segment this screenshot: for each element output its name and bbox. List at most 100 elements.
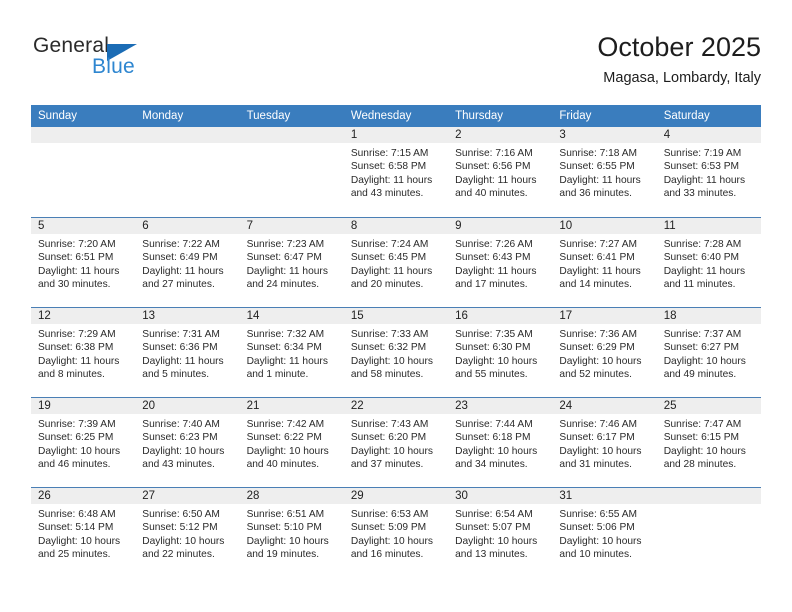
daylight-text: Daylight: 10 hours (663, 445, 746, 457)
calendar-day-cell[interactable]: 27 Sunrise: 6:50 AM Sunset: 5:12 PM Dayligh… (135, 488, 240, 577)
calendar-week-row: 5 Sunrise: 7:20 AM Sunset: 6:51 PM Daylight… (31, 217, 761, 307)
sunset-text: Sunset: 6:34 PM (246, 342, 322, 354)
day-number: 9 (455, 220, 462, 232)
weekday-header-sunday: Sunday (38, 110, 78, 122)
day-number: 16 (455, 310, 468, 322)
calendar-day-cell[interactable]: 14 Sunrise: 7:32 AM Sunset: 6:34 PM Dayligh… (239, 308, 344, 397)
calendar-day-cell[interactable]: 10 Sunrise: 7:27 AM Sunset: 6:41 PM Dayligh… (552, 218, 657, 307)
sunset-text: Sunset: 6:17 PM (559, 432, 635, 444)
calendar-day-cell[interactable]: 30 Sunrise: 6:54 AM Sunset: 5:07 PM Dayligh… (448, 488, 553, 577)
day-number: 2 (455, 129, 462, 141)
calendar-day-cell[interactable]: 31 Sunrise: 6:55 AM Sunset: 5:06 PM Dayligh… (552, 488, 657, 577)
daylight-text-cont: and 31 minutes. (559, 459, 632, 471)
daylight-text-cont: and 8 minutes. (38, 369, 105, 381)
sunrise-text: Sunrise: 7:43 AM (350, 419, 429, 430)
calendar-day-cell[interactable]: 23 Sunrise: 7:44 AM Sunset: 6:18 PM Dayligh… (448, 398, 553, 487)
day-number: 29 (350, 490, 364, 502)
day-number: 19 (38, 400, 51, 412)
daylight-text: Daylight: 11 hours (663, 174, 746, 186)
daylight-text: Daylight: 11 hours (350, 265, 433, 277)
calendar-day-cell[interactable]: 19 Sunrise: 7:39 AM Sunset: 6:25 PM Dayligh… (31, 398, 136, 487)
daylight-text-cont: and 52 minutes. (559, 369, 632, 381)
calendar-day-cell[interactable]: 13 Sunrise: 7:31 AM Sunset: 6:36 PM Dayligh… (135, 308, 240, 397)
day-number-band: 7 (239, 218, 344, 234)
sunset-text: Sunset: 6:41 PM (559, 252, 635, 264)
day-number: 4 (663, 129, 671, 141)
daylight-text: Daylight: 10 hours (455, 535, 538, 547)
calendar-day-cell[interactable]: 3 Sunrise: 7:18 AM Sunset: 6:55 PM Daylight… (552, 127, 657, 217)
day-number-band: 4 (656, 127, 761, 143)
calendar-week-row: 26 Sunrise: 6:48 AM Sunset: 5:14 PM Dayligh… (31, 487, 761, 577)
day-number-band: 1 (343, 127, 449, 143)
daylight-text: Daylight: 10 hours (38, 535, 121, 547)
calendar-day-cell[interactable]: 1 Sunrise: 7:15 AM Sunset: 6:58 PM Daylight… (343, 127, 449, 217)
logo-text-blue: Blue (92, 55, 135, 78)
daylight-text-cont: and 19 minutes. (246, 549, 320, 561)
calendar-day-cell[interactable]: 11 Sunrise: 7:28 AM Sunset: 6:40 PM Dayligh… (656, 218, 761, 307)
day-number-band (656, 488, 761, 504)
calendar-day-cell[interactable]: 12 Sunrise: 7:29 AM Sunset: 6:38 PM Dayligh… (31, 308, 136, 397)
sunrise-text: Sunrise: 7:44 AM (455, 419, 533, 430)
sunrise-text: Sunrise: 6:48 AM (38, 509, 116, 520)
day-number: 14 (246, 310, 260, 322)
weekday-header-monday: Monday (142, 110, 184, 122)
sunset-text: Sunset: 6:23 PM (142, 432, 218, 444)
calendar-day-cell[interactable]: 21 Sunrise: 7:42 AM Sunset: 6:22 PM Dayligh… (239, 398, 344, 487)
day-detail-lines: Sunrise: 7:37 AM Sunset: 6:27 PM Daylight:… (657, 324, 761, 382)
sunrise-text: Sunrise: 7:15 AM (350, 148, 429, 159)
daylight-text: Daylight: 11 hours (246, 265, 328, 277)
sunrise-text: Sunrise: 7:18 AM (559, 148, 637, 159)
calendar-day-cell[interactable]: 15 Sunrise: 7:33 AM Sunset: 6:32 PM Dayligh… (343, 308, 449, 397)
generalblue-logo[interactable]: General Blue (31, 34, 271, 90)
calendar-day-cell[interactable]: 9 Sunrise: 7:26 AM Sunset: 6:43 PM Daylight… (448, 218, 553, 307)
calendar-day-cell-empty[interactable] (31, 127, 136, 217)
day-number: 30 (455, 490, 468, 502)
day-number: 1 (350, 129, 358, 141)
calendar-day-cell[interactable]: 17 Sunrise: 7:36 AM Sunset: 6:29 PM Dayligh… (552, 308, 657, 397)
calendar-weeks: 1 Sunrise: 7:15 AM Sunset: 6:58 PM Daylight… (31, 127, 761, 577)
sunset-text: Sunset: 6:40 PM (663, 252, 740, 264)
daylight-text-cont: and 40 minutes. (246, 459, 320, 471)
weekday-header-wednesday: Wednesday (350, 110, 412, 122)
calendar-day-cell[interactable]: 26 Sunrise: 6:48 AM Sunset: 5:14 PM Dayligh… (31, 488, 136, 577)
calendar-day-cell[interactable]: 24 Sunrise: 7:46 AM Sunset: 6:17 PM Dayligh… (552, 398, 657, 487)
sunset-text: Sunset: 5:06 PM (559, 522, 635, 534)
calendar-day-cell[interactable]: 2 Sunrise: 7:16 AM Sunset: 6:56 PM Daylight… (448, 127, 553, 217)
sunset-text: Sunset: 6:53 PM (663, 161, 740, 173)
calendar-day-cell[interactable]: 25 Sunrise: 7:47 AM Sunset: 6:15 PM Dayligh… (656, 398, 761, 487)
sunrise-text: Sunrise: 7:35 AM (455, 329, 533, 340)
calendar-day-cell[interactable]: 5 Sunrise: 7:20 AM Sunset: 6:51 PM Daylight… (31, 218, 136, 307)
sunset-text: Sunset: 6:56 PM (455, 161, 531, 173)
calendar-day-cell[interactable]: 29 Sunrise: 6:53 AM Sunset: 5:09 PM Dayligh… (343, 488, 449, 577)
daylight-text: Daylight: 10 hours (559, 535, 642, 547)
day-number: 24 (559, 400, 573, 412)
day-detail-lines: Sunrise: 7:28 AM Sunset: 6:40 PM Daylight:… (657, 234, 761, 292)
sunrise-text: Sunrise: 6:55 AM (559, 509, 637, 520)
calendar-day-cell[interactable]: 7 Sunrise: 7:23 AM Sunset: 6:47 PM Daylight… (239, 218, 344, 307)
calendar-day-cell-empty[interactable] (656, 488, 761, 577)
calendar-day-cell-empty[interactable] (135, 127, 240, 217)
calendar-day-cell-empty[interactable] (239, 127, 344, 217)
weekday-header-row: Sunday Monday Tuesday Wednesday Thursday Frid… (31, 105, 761, 127)
calendar-day-cell[interactable]: 16 Sunrise: 7:35 AM Sunset: 6:30 PM Dayligh… (448, 308, 553, 397)
day-number-band: 11 (656, 218, 761, 234)
day-detail-lines: Sunrise: 7:36 AM Sunset: 6:29 PM Daylight:… (552, 324, 656, 382)
calendar-day-cell[interactable]: 28 Sunrise: 6:51 AM Sunset: 5:10 PM Dayligh… (239, 488, 344, 577)
calendar-day-cell[interactable]: 22 Sunrise: 7:43 AM Sunset: 6:20 PM Dayligh… (343, 398, 449, 487)
day-detail-lines: Sunrise: 7:40 AM Sunset: 6:23 PM Daylight:… (135, 414, 239, 472)
calendar-day-cell[interactable]: 8 Sunrise: 7:24 AM Sunset: 6:45 PM Daylight… (343, 218, 449, 307)
calendar-day-cell[interactable]: 18 Sunrise: 7:37 AM Sunset: 6:27 PM Dayligh… (656, 308, 761, 397)
day-detail-lines: Sunrise: 7:16 AM Sunset: 6:56 PM Daylight:… (448, 143, 552, 201)
daylight-text-cont: and 24 minutes. (246, 279, 320, 291)
sunset-text: Sunset: 6:30 PM (455, 342, 531, 354)
day-number: 17 (559, 310, 573, 322)
day-number-band: 15 (343, 308, 449, 324)
sunrise-text: Sunrise: 7:23 AM (246, 239, 325, 250)
calendar-day-cell[interactable]: 6 Sunrise: 7:22 AM Sunset: 6:49 PM Daylight… (135, 218, 240, 307)
calendar-day-cell[interactable]: 4 Sunrise: 7:19 AM Sunset: 6:53 PM Daylight… (656, 127, 761, 217)
calendar-day-cell[interactable]: 20 Sunrise: 7:40 AM Sunset: 6:23 PM Dayligh… (135, 398, 240, 487)
day-number: 8 (350, 220, 358, 232)
day-detail-lines: Sunrise: 7:33 AM Sunset: 6:32 PM Daylight:… (344, 324, 448, 382)
day-number-band: 19 (31, 398, 136, 414)
sunset-text: Sunset: 6:20 PM (350, 432, 427, 444)
